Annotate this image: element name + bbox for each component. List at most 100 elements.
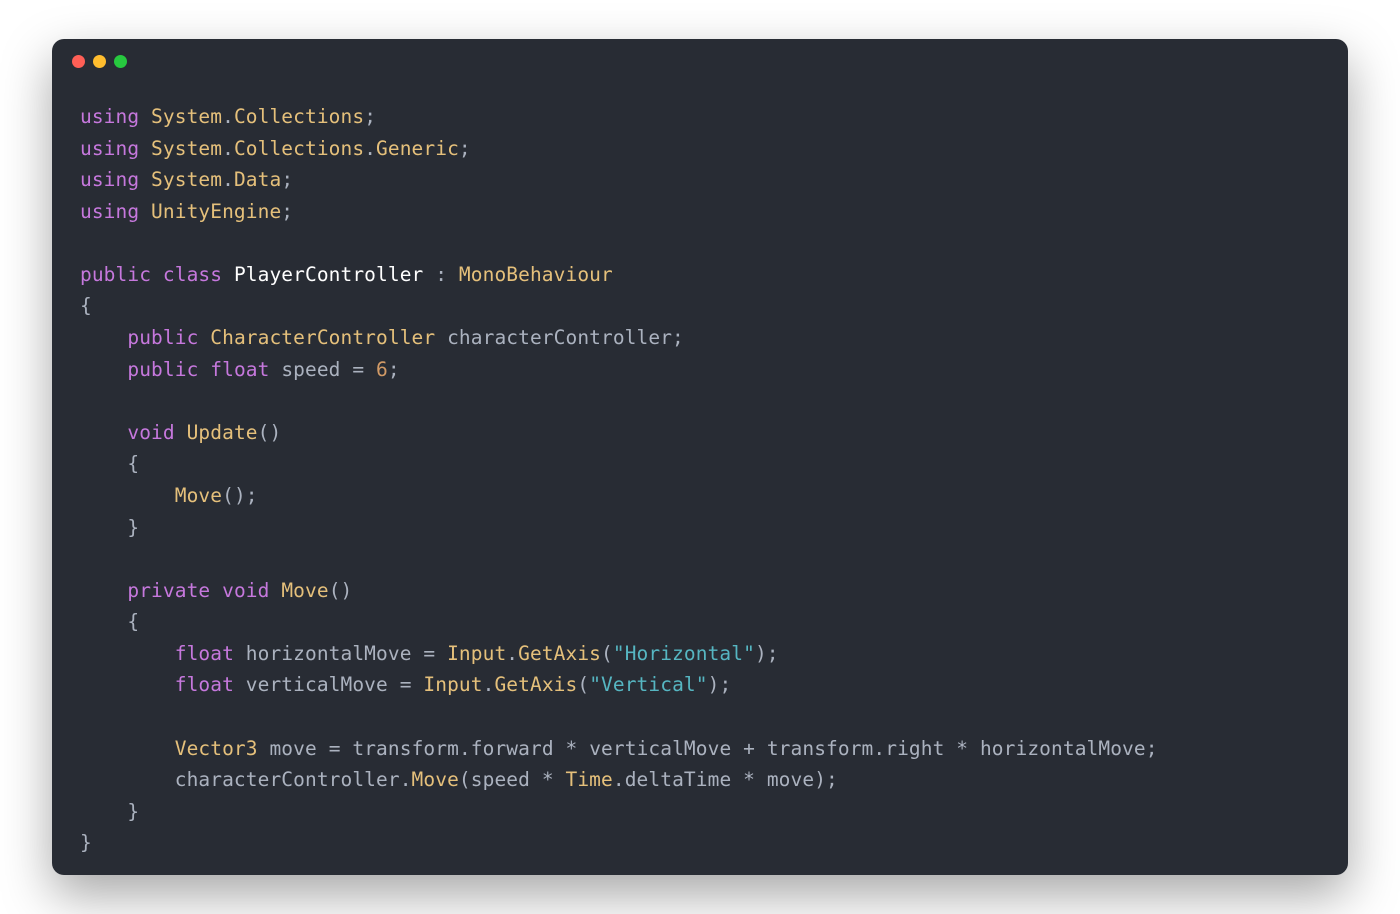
lparen: ( xyxy=(601,642,613,665)
keyword-public: public xyxy=(80,263,151,286)
keyword-using: using xyxy=(80,137,139,160)
lbrace: { xyxy=(127,452,139,475)
code-line: using UnityEngine; xyxy=(80,200,293,223)
semi: ; xyxy=(719,673,731,696)
var-move: move xyxy=(269,737,316,760)
code-line: float verticalMove = Input.GetAxis("Vert… xyxy=(80,673,731,696)
rparen: ) xyxy=(755,642,767,665)
keyword-float: float xyxy=(175,673,234,696)
number-six: 6 xyxy=(376,358,388,381)
cls-time: Time xyxy=(566,768,613,791)
semi: ; xyxy=(459,137,471,160)
semi: ; xyxy=(388,358,400,381)
code-line: public CharacterController characterCont… xyxy=(80,326,684,349)
lparen: ( xyxy=(222,484,234,507)
dot: . xyxy=(222,105,234,128)
code-line: float horizontalMove = Input.GetAxis("Ho… xyxy=(80,642,779,665)
code-line: using System.Collections.Generic; xyxy=(80,137,471,160)
lparen: ( xyxy=(459,768,471,791)
code-line: characterController.Move(speed * Time.de… xyxy=(80,768,838,791)
cls-vector3: Vector3 xyxy=(175,737,258,760)
id-horizontalmove: horizontalMove xyxy=(980,737,1146,760)
code-line: { xyxy=(80,610,139,633)
id-forward: forward xyxy=(471,737,554,760)
traffic-light-minimize-icon[interactable] xyxy=(93,55,106,68)
rbrace: } xyxy=(80,831,92,854)
field-charactercontroller: characterController xyxy=(447,326,672,349)
type-charactercontroller: CharacterController xyxy=(210,326,435,349)
lparen: ( xyxy=(577,673,589,696)
keyword-void: void xyxy=(127,421,174,444)
semi: ; xyxy=(826,768,838,791)
dot: . xyxy=(613,768,625,791)
code-line: } xyxy=(80,516,139,539)
code-editor-content: using System.Collections; using System.C… xyxy=(52,83,1348,875)
keyword-void: void xyxy=(222,579,269,602)
fn-move: Move xyxy=(412,768,459,791)
code-line: private void Move() xyxy=(80,579,352,602)
var-horizontalmove: horizontalMove xyxy=(246,642,412,665)
field-speed: speed xyxy=(281,358,340,381)
code-line: void Update() xyxy=(80,421,281,444)
id-right: right xyxy=(885,737,944,760)
fn-getaxis: GetAxis xyxy=(494,673,577,696)
str-horizontal: "Horizontal" xyxy=(613,642,755,665)
id-charactercontroller: characterController xyxy=(175,768,400,791)
id-deltatime: deltaTime xyxy=(625,768,732,791)
star: * xyxy=(566,737,578,760)
fn-move: Move xyxy=(281,579,328,602)
code-line: { xyxy=(80,294,92,317)
ns-system: System xyxy=(151,105,222,128)
rbrace: } xyxy=(127,800,139,823)
lbrace: { xyxy=(127,610,139,633)
dot: . xyxy=(459,737,471,760)
ns-collections: Collections xyxy=(234,137,364,160)
colon: : xyxy=(435,263,447,286)
star: * xyxy=(542,768,554,791)
lbrace: { xyxy=(80,294,92,317)
id-speed: speed xyxy=(471,768,530,791)
lparen: ( xyxy=(329,579,341,602)
fn-getaxis: GetAxis xyxy=(518,642,601,665)
traffic-light-zoom-icon[interactable] xyxy=(114,55,127,68)
dot: . xyxy=(222,137,234,160)
code-line: } xyxy=(80,831,92,854)
eq: = xyxy=(329,737,341,760)
keyword-class: class xyxy=(163,263,222,286)
dot: . xyxy=(222,168,234,191)
plus: + xyxy=(743,737,755,760)
dot: . xyxy=(400,768,412,791)
eq: = xyxy=(400,673,412,696)
semi: ; xyxy=(246,484,258,507)
dot: . xyxy=(506,642,518,665)
code-line: { xyxy=(80,452,139,475)
ns-unityengine: UnityEngine xyxy=(151,200,281,223)
code-line: public float speed = 6; xyxy=(80,358,400,381)
ns-system: System xyxy=(151,137,222,160)
semi: ; xyxy=(281,168,293,191)
cls-input: Input xyxy=(447,642,506,665)
code-line: using System.Data; xyxy=(80,168,293,191)
window-titlebar xyxy=(52,39,1348,83)
semi: ; xyxy=(1146,737,1158,760)
ns-data: Data xyxy=(234,168,281,191)
star: * xyxy=(743,768,755,791)
traffic-light-close-icon[interactable] xyxy=(72,55,85,68)
rparen: ) xyxy=(814,768,826,791)
fn-move-call: Move xyxy=(175,484,222,507)
id-transform: transform xyxy=(352,737,459,760)
lparen: ( xyxy=(258,421,270,444)
rparen: ) xyxy=(341,579,353,602)
code-line: } xyxy=(80,800,139,823)
semi: ; xyxy=(364,105,376,128)
semi: ; xyxy=(672,326,684,349)
keyword-float: float xyxy=(210,358,269,381)
fn-update: Update xyxy=(187,421,258,444)
code-line: Move(); xyxy=(80,484,258,507)
id-transform: transform xyxy=(767,737,874,760)
code-line: Vector3 move = transform.forward * verti… xyxy=(80,737,1158,760)
star: * xyxy=(956,737,968,760)
eq: = xyxy=(352,358,364,381)
keyword-public: public xyxy=(127,358,198,381)
class-name: PlayerController xyxy=(234,263,423,286)
